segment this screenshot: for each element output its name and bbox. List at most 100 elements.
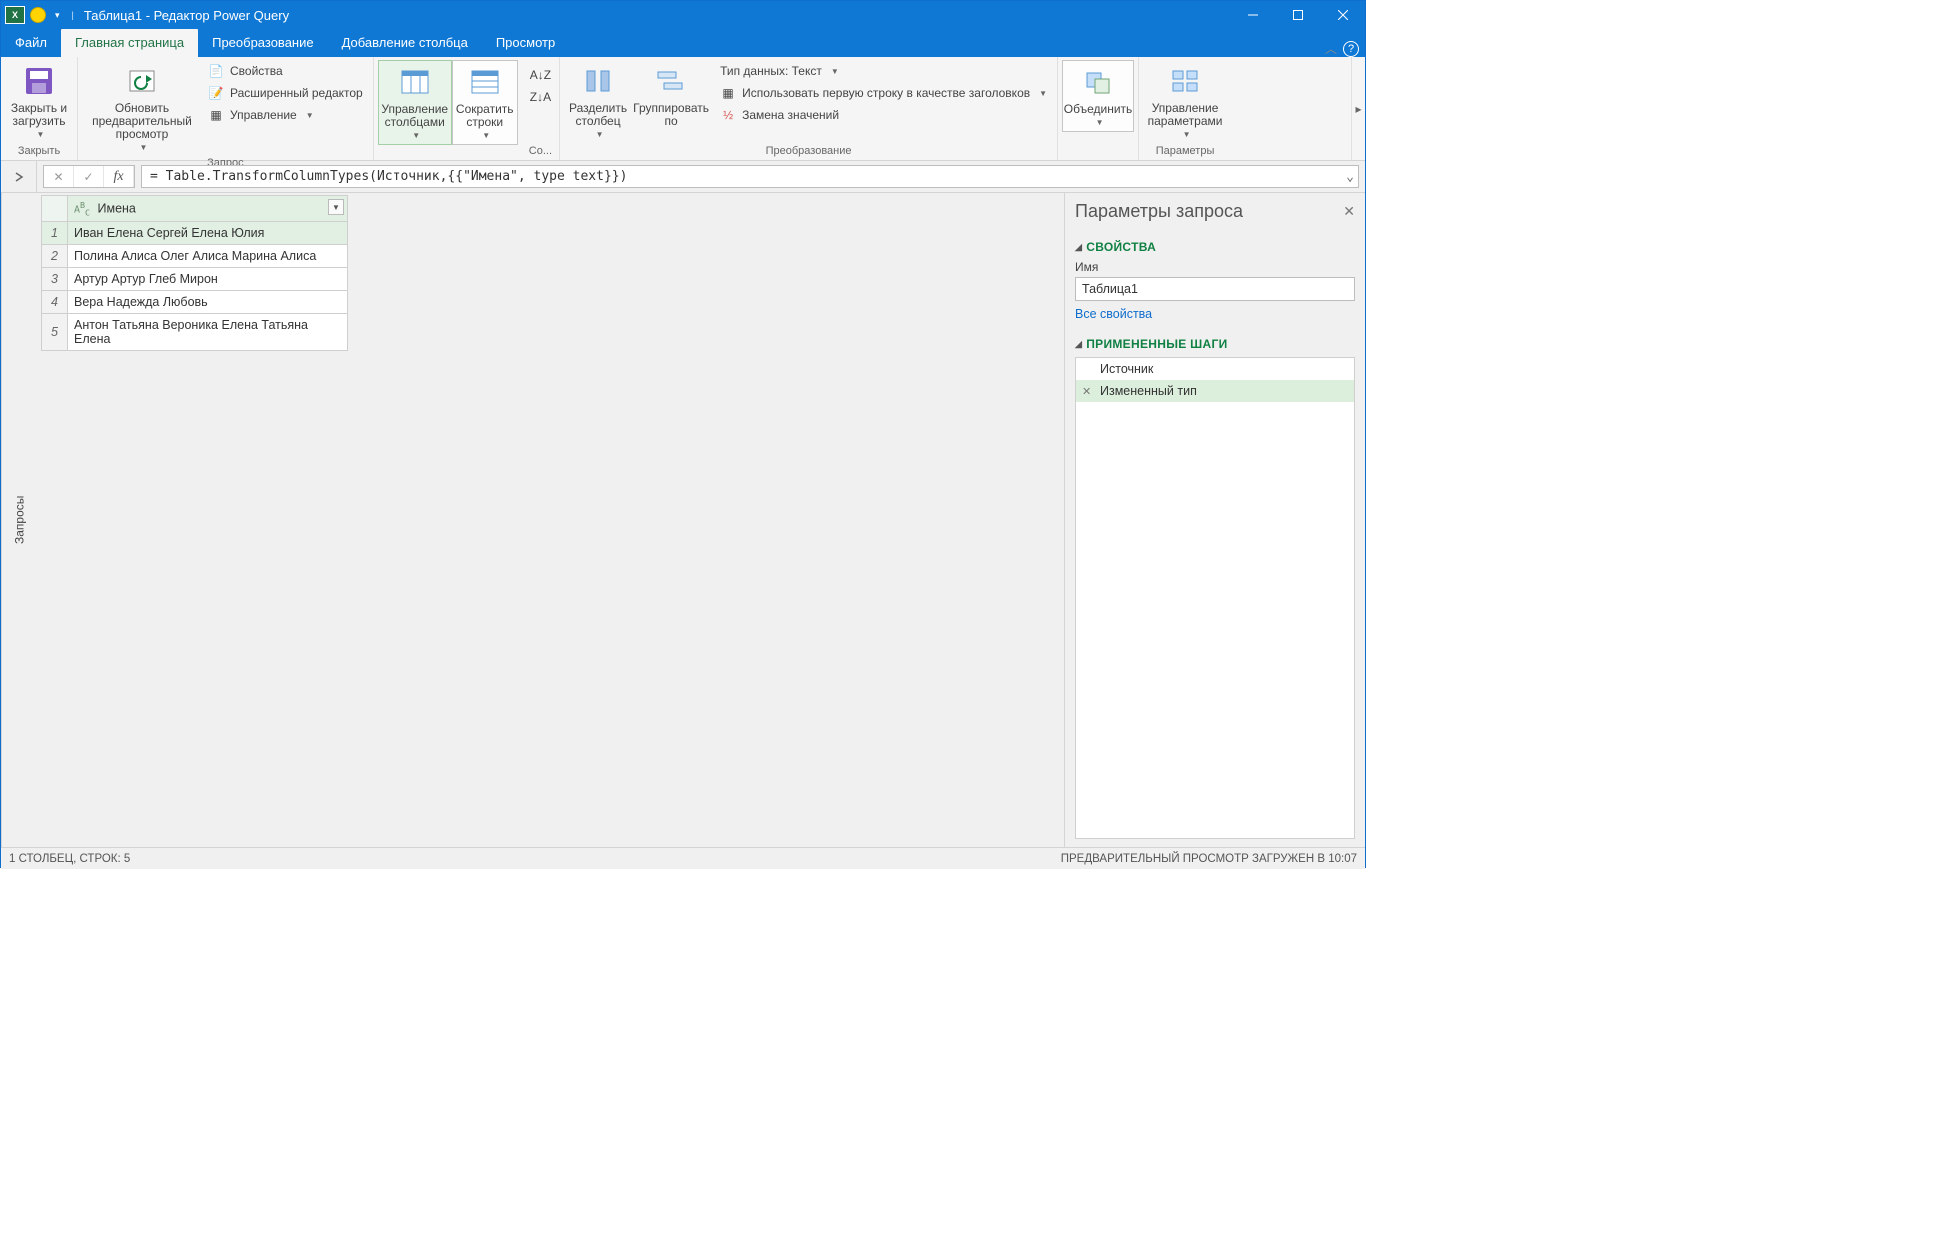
ribbon-group-columns: Управление столбцами▼ Сократить строки▼ [374, 57, 522, 160]
sort-asc-button[interactable]: A↓Z [528, 64, 553, 86]
group-label-manage [378, 145, 518, 160]
applied-step[interactable]: Источник [1076, 358, 1354, 380]
tab-view[interactable]: Просмотр [482, 29, 569, 57]
table-row[interactable]: 4Вера Надежда Любовь [42, 291, 348, 314]
collapse-icon: ◢ [1075, 339, 1082, 350]
editor-icon: 📝 [208, 85, 224, 101]
cancel-formula-button[interactable]: ✕ [44, 166, 74, 187]
column-header[interactable]: ABC Имена ▼ [68, 196, 348, 222]
formula-input[interactable]: = Table.TransformColumnTypes(Источник,{{… [141, 165, 1359, 188]
ribbon-overflow-button[interactable]: ▸ [1351, 57, 1365, 160]
close-and-load-button[interactable]: Закрыть и загрузить▼ [5, 60, 73, 143]
section-properties-header[interactable]: ◢СВОЙСТВА [1075, 240, 1355, 254]
table-row[interactable]: 2Полина Алиса Олег Алиса Марина Алиса [42, 245, 348, 268]
row-number-cell[interactable]: 3 [42, 268, 68, 291]
settings-pane-title: Параметры запроса [1075, 201, 1243, 222]
group-by-icon [654, 64, 688, 98]
row-number-cell[interactable]: 4 [42, 291, 68, 314]
queries-sidebar[interactable]: Запросы [1, 193, 37, 847]
ribbon-group-query: Обновить предварительный просмотр▼ 📄Свой… [78, 57, 374, 160]
ribbon-tabs: Файл Главная страница Преобразование Доб… [1, 29, 1365, 57]
row-number-cell[interactable]: 5 [42, 314, 68, 351]
group-by-label: Группировать по [633, 102, 709, 128]
formula-text: = Table.TransformColumnTypes(Источник,{{… [150, 169, 627, 184]
data-cell[interactable]: Артур Артур Глеб Мирон [68, 268, 348, 291]
data-cell[interactable]: Антон Татьяна Вероника Елена Татьяна Еле… [68, 314, 348, 351]
group-by-button[interactable]: Группировать по [632, 60, 710, 130]
column-filter-button[interactable]: ▼ [328, 199, 344, 215]
qat-dropdown-icon[interactable]: ▾ [51, 10, 64, 21]
ribbon-group-transform: Разделить столбец▼ Группировать по Тип д… [560, 57, 1058, 160]
sort-asc-icon: A↓Z [530, 68, 551, 82]
row-number-cell[interactable]: 1 [42, 222, 68, 245]
divider-icon: | [68, 10, 78, 20]
window-title: Таблица1 - Редактор Power Query [78, 8, 1230, 23]
parameters-icon [1168, 64, 1202, 98]
ribbon-group-parameters: Управление параметрами▼ Параметры [1139, 57, 1231, 160]
properties-button[interactable]: 📄Свойства [202, 60, 369, 82]
properties-icon: 📄 [208, 63, 224, 79]
manage-parameters-button[interactable]: Управление параметрами▼ [1143, 60, 1227, 143]
data-preview: ABC Имена ▼ 1Иван Елена Сергей Елена Юли… [37, 193, 1065, 847]
replace-values-button[interactable]: ½Замена значений [714, 104, 1053, 126]
group-label-transform: Преобразование [564, 144, 1053, 160]
ribbon: Закрыть и загрузить▼ Закрыть Обновить пр… [1, 57, 1365, 161]
smiley-icon[interactable] [29, 6, 47, 24]
save-close-icon [22, 64, 56, 98]
manage-button[interactable]: ▦Управление▼ [202, 104, 369, 126]
tab-add-column[interactable]: Добавление столбца [328, 29, 482, 57]
tab-file[interactable]: Файл [1, 29, 61, 57]
close-button[interactable] [1320, 1, 1365, 29]
section-steps-header[interactable]: ◢ПРИМЕНЕННЫЕ ШАГИ [1075, 337, 1355, 351]
delete-step-icon[interactable]: ✕ [1082, 385, 1091, 398]
collapse-ribbon-icon[interactable]: ︿ [1325, 40, 1337, 57]
tab-transform[interactable]: Преобразование [198, 29, 328, 57]
combine-icon [1081, 65, 1115, 99]
collapse-icon: ◢ [1075, 242, 1082, 253]
data-cell[interactable]: Иван Елена Сергей Елена Юлия [68, 222, 348, 245]
combine-button[interactable]: Объединить▼ [1062, 60, 1134, 132]
refresh-preview-button[interactable]: Обновить предварительный просмотр▼ [82, 60, 202, 156]
advanced-editor-button[interactable]: 📝Расширенный редактор [202, 82, 369, 104]
maximize-button[interactable] [1275, 1, 1320, 29]
split-column-button[interactable]: Разделить столбец▼ [564, 60, 632, 143]
replace-icon: ½ [720, 107, 736, 123]
data-type-button[interactable]: Тип данных: Текст▼ [714, 60, 1053, 82]
combine-label: Объединить [1064, 103, 1133, 116]
first-row-headers-button[interactable]: ▦Использовать первую строку в качестве з… [714, 82, 1053, 104]
tab-home[interactable]: Главная страница [61, 29, 198, 57]
applied-step[interactable]: ✕Измененный тип [1076, 380, 1354, 402]
column-header-label: Имена [97, 201, 135, 215]
formula-bar-row: ✕ ✓ fx = Table.TransformColumnTypes(Исто… [1, 161, 1365, 193]
data-cell[interactable]: Вера Надежда Любовь [68, 291, 348, 314]
excel-icon: X [5, 6, 25, 24]
split-icon [581, 64, 615, 98]
table-row[interactable]: 3Артур Артур Глеб Мирон [42, 268, 348, 291]
query-name-input[interactable] [1075, 277, 1355, 301]
all-properties-link[interactable]: Все свойства [1075, 307, 1355, 321]
group-label-combine [1062, 144, 1134, 160]
refresh-preview-label: Обновить предварительный просмотр [86, 102, 198, 141]
name-field-label: Имя [1075, 260, 1355, 274]
refresh-icon [125, 64, 159, 98]
row-number-cell[interactable]: 2 [42, 245, 68, 268]
formula-expand-button[interactable]: ⌄ [1346, 169, 1354, 184]
group-label-close: Закрыть [5, 144, 73, 160]
table-row[interactable]: 1Иван Елена Сергей Елена Юлия [42, 222, 348, 245]
manage-parameters-label: Управление параметрами [1147, 102, 1223, 128]
sort-desc-button[interactable]: Z↓A [528, 86, 553, 108]
queries-pane-toggle[interactable] [1, 161, 37, 192]
settings-pane-close-button[interactable]: ✕ [1343, 203, 1355, 220]
reduce-rows-button[interactable]: Сократить строки▼ [452, 60, 518, 145]
group-label-parameters: Параметры [1143, 144, 1227, 160]
manage-icon: ▦ [208, 107, 224, 123]
data-cell[interactable]: Полина Алиса Олег Алиса Марина Алиса [68, 245, 348, 268]
table-row[interactable]: 5Антон Татьяна Вероника Елена Татьяна Ел… [42, 314, 348, 351]
help-icon[interactable]: ? [1343, 41, 1359, 57]
minimize-button[interactable] [1230, 1, 1275, 29]
manage-columns-button[interactable]: Управление столбцами▼ [378, 60, 452, 145]
row-number-header[interactable] [42, 196, 68, 222]
text-type-icon[interactable]: ABC [74, 200, 90, 217]
reduce-rows-label: Сократить строки [456, 103, 514, 129]
manage-columns-label: Управление столбцами [381, 103, 448, 129]
